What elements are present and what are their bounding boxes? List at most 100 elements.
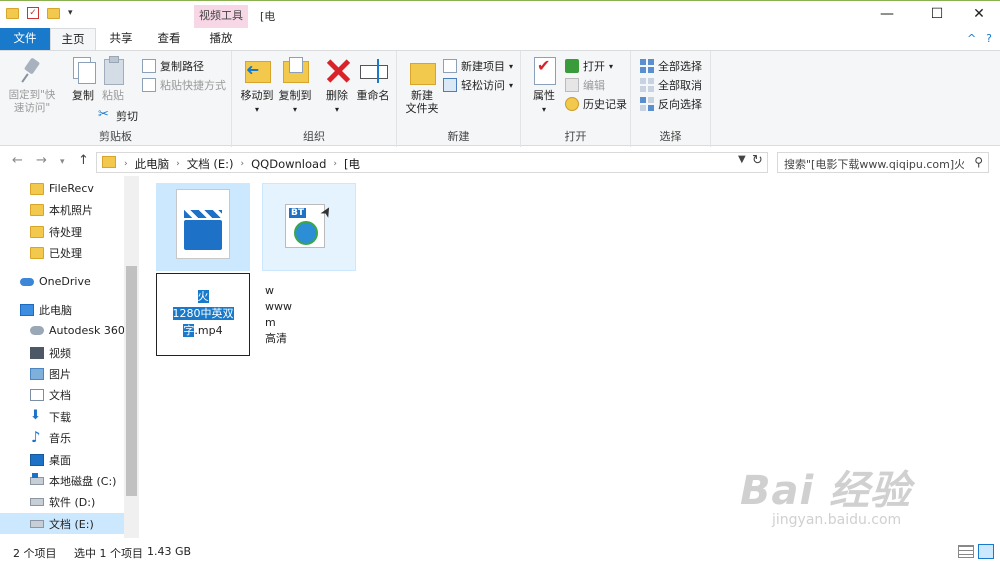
nav-item-documents[interactable]: 文档 [0, 384, 124, 405]
copy-path-button[interactable]: 复制路径 [142, 57, 204, 75]
file-thumbnail[interactable] [156, 183, 250, 271]
breadcrumb-qqdownload[interactable]: QQDownload [251, 157, 326, 171]
drive-c-icon [30, 472, 44, 485]
customize-qat-icon[interactable]: ▾ [68, 8, 73, 18]
status-bar: 2 个项目 选中 1 个项目 1.43 GB [0, 540, 1000, 564]
computer-icon [20, 303, 34, 316]
history-button[interactable]: 历史记录 [565, 95, 627, 113]
nav-item-videos[interactable]: 视频 [0, 342, 124, 363]
select-none-button[interactable]: 全部取消 [640, 76, 702, 94]
nav-item-pending[interactable]: 待处理 [0, 221, 124, 242]
pictures-icon [30, 367, 44, 380]
file-name: w www m 高清 [265, 284, 292, 345]
forward-arrow-icon[interactable]: → [36, 153, 47, 168]
copy-to-icon [281, 55, 309, 85]
nav-item-local-photos[interactable]: 本机照片 [0, 199, 124, 220]
tab-home[interactable]: 主页 [50, 28, 96, 50]
address-bar[interactable]: › 此电脑 › 文档 (E:) › QQDownload › [电 [96, 152, 768, 173]
copy-to-button[interactable]: 复制到 ▾ [272, 55, 318, 116]
rename-icon [359, 55, 388, 85]
file-item-torrent[interactable]: BT w www m 高清 [262, 183, 356, 345]
rename-button[interactable]: 重命名 [350, 55, 396, 102]
quick-access-toolbar: ✓ ▾ [6, 7, 73, 19]
new-group-label: 新建 [447, 130, 470, 143]
select-group: 全部选择 全部取消 反向选择 选择 [631, 51, 711, 147]
drive-d-icon [30, 497, 44, 506]
autodesk-icon [30, 326, 44, 335]
file-thumbnail[interactable]: BT [262, 183, 356, 271]
maximize-button[interactable]: ☐ [914, 1, 960, 29]
paste-shortcut-button[interactable]: 粘贴快捷方式 [142, 76, 226, 94]
rename-textbox[interactable]: 火 1280中英双 字.mp4 [156, 273, 250, 356]
details-view-icon[interactable] [958, 545, 974, 558]
nav-item-this-pc[interactable]: 此电脑 [0, 299, 124, 320]
folder-icon [30, 246, 44, 259]
drive-e-icon [30, 519, 44, 528]
new-group: 新建 文件夹 新建项目 ▾ 轻松访问 ▾ 新建 [397, 51, 521, 147]
edit-icon [565, 78, 579, 92]
collapse-ribbon-icon[interactable]: ^ [967, 32, 976, 45]
nav-item-autodesk-360[interactable]: Autodesk 360 [0, 320, 125, 341]
new-item-icon [443, 59, 457, 73]
pin-quick-access-button[interactable]: 固定到"快速访问" [4, 55, 60, 115]
folder-icon [30, 225, 44, 238]
videos-icon [30, 346, 44, 359]
nav-item-onedrive[interactable]: OneDrive [0, 271, 124, 292]
nav-item-music[interactable]: 音乐 [0, 427, 124, 448]
nav-item-drive-d[interactable]: 软件 (D:) [0, 491, 124, 512]
chevron-right-icon[interactable]: › [330, 159, 340, 169]
breadcrumb-current[interactable]: [电 [344, 156, 360, 172]
tab-play[interactable]: 播放 [194, 28, 248, 50]
nav-item-drive-c[interactable]: 本地磁盘 (C:) [0, 470, 124, 491]
address-history-dropdown-icon[interactable]: ▼ [738, 154, 746, 165]
nav-scrollbar-thumb[interactable] [126, 266, 137, 496]
nav-item-filerecv[interactable]: FileRecv [0, 178, 124, 199]
new-folder-icon [408, 55, 436, 85]
nav-item-desktop[interactable]: 桌面 [0, 449, 124, 470]
paste-button[interactable]: 粘贴 [90, 55, 136, 102]
open-group-label: 打开 [564, 130, 587, 143]
folder-icon[interactable] [6, 7, 19, 19]
properties-button[interactable]: 属性▾ [521, 55, 567, 116]
edit-button[interactable]: 编辑 [565, 76, 605, 94]
chevron-right-icon[interactable]: › [121, 159, 131, 169]
properties-check-icon[interactable]: ✓ [27, 7, 39, 19]
breadcrumb: › 此电脑 › 文档 (E:) › QQDownload › [电 [121, 156, 360, 172]
recent-locations-icon[interactable]: ▾ [60, 157, 65, 167]
nav-item-downloads[interactable]: 下载 [0, 406, 124, 427]
chevron-right-icon[interactable]: › [173, 159, 183, 169]
large-icons-view-icon[interactable] [978, 544, 994, 559]
new-item-button[interactable]: 新建项目 ▾ [443, 57, 513, 75]
select-all-button[interactable]: 全部选择 [640, 57, 702, 75]
copy-path-icon [142, 59, 156, 73]
up-arrow-icon[interactable]: ↑ [78, 153, 89, 168]
help-icon[interactable]: ? [986, 32, 992, 45]
clipboard-group: 固定到"快速访问" 复制 粘贴 复制路径 粘贴快捷方式 剪切 剪贴板 [0, 51, 232, 147]
nav-item-pictures[interactable]: 图片 [0, 363, 124, 384]
tab-file[interactable]: 文件 [0, 28, 50, 50]
search-input[interactable]: 搜索"[电影下载www.qiqipu.com]火... ⚲ [777, 152, 989, 173]
nav-item-processed[interactable]: 已处理 [0, 242, 124, 263]
cut-button[interactable]: 剪切 [98, 107, 138, 125]
invert-selection-button[interactable]: 反向选择 [640, 95, 702, 113]
open-button[interactable]: 打开 ▾ [565, 57, 613, 75]
new-folder-button[interactable]: 新建 文件夹 [399, 55, 445, 115]
refresh-icon[interactable]: ↻ [752, 153, 763, 168]
search-icon[interactable]: ⚲ [974, 155, 983, 169]
nav-scrollbar[interactable] [124, 176, 139, 538]
desktop-icon [30, 453, 44, 466]
chevron-right-icon[interactable]: › [238, 159, 248, 169]
context-tab-header: 视频工具 [194, 5, 248, 29]
close-button[interactable]: ✕ [956, 1, 1000, 29]
file-item-video[interactable]: 火 1280中英双 字.mp4 [156, 183, 250, 356]
easy-access-button[interactable]: 轻松访问 ▾ [443, 76, 513, 94]
ribbon-tabs: 文件 主页 共享 查看 播放 ^ ? [0, 28, 1000, 50]
breadcrumb-drive-e[interactable]: 文档 (E:) [187, 156, 234, 172]
tab-view[interactable]: 查看 [146, 28, 192, 50]
tab-share[interactable]: 共享 [100, 28, 142, 50]
back-arrow-icon[interactable]: ← [12, 153, 23, 168]
new-folder-icon[interactable] [47, 7, 60, 19]
breadcrumb-this-pc[interactable]: 此电脑 [135, 156, 170, 172]
minimize-button[interactable]: — [864, 1, 910, 29]
nav-item-drive-e[interactable]: 文档 (E:) [0, 513, 124, 534]
